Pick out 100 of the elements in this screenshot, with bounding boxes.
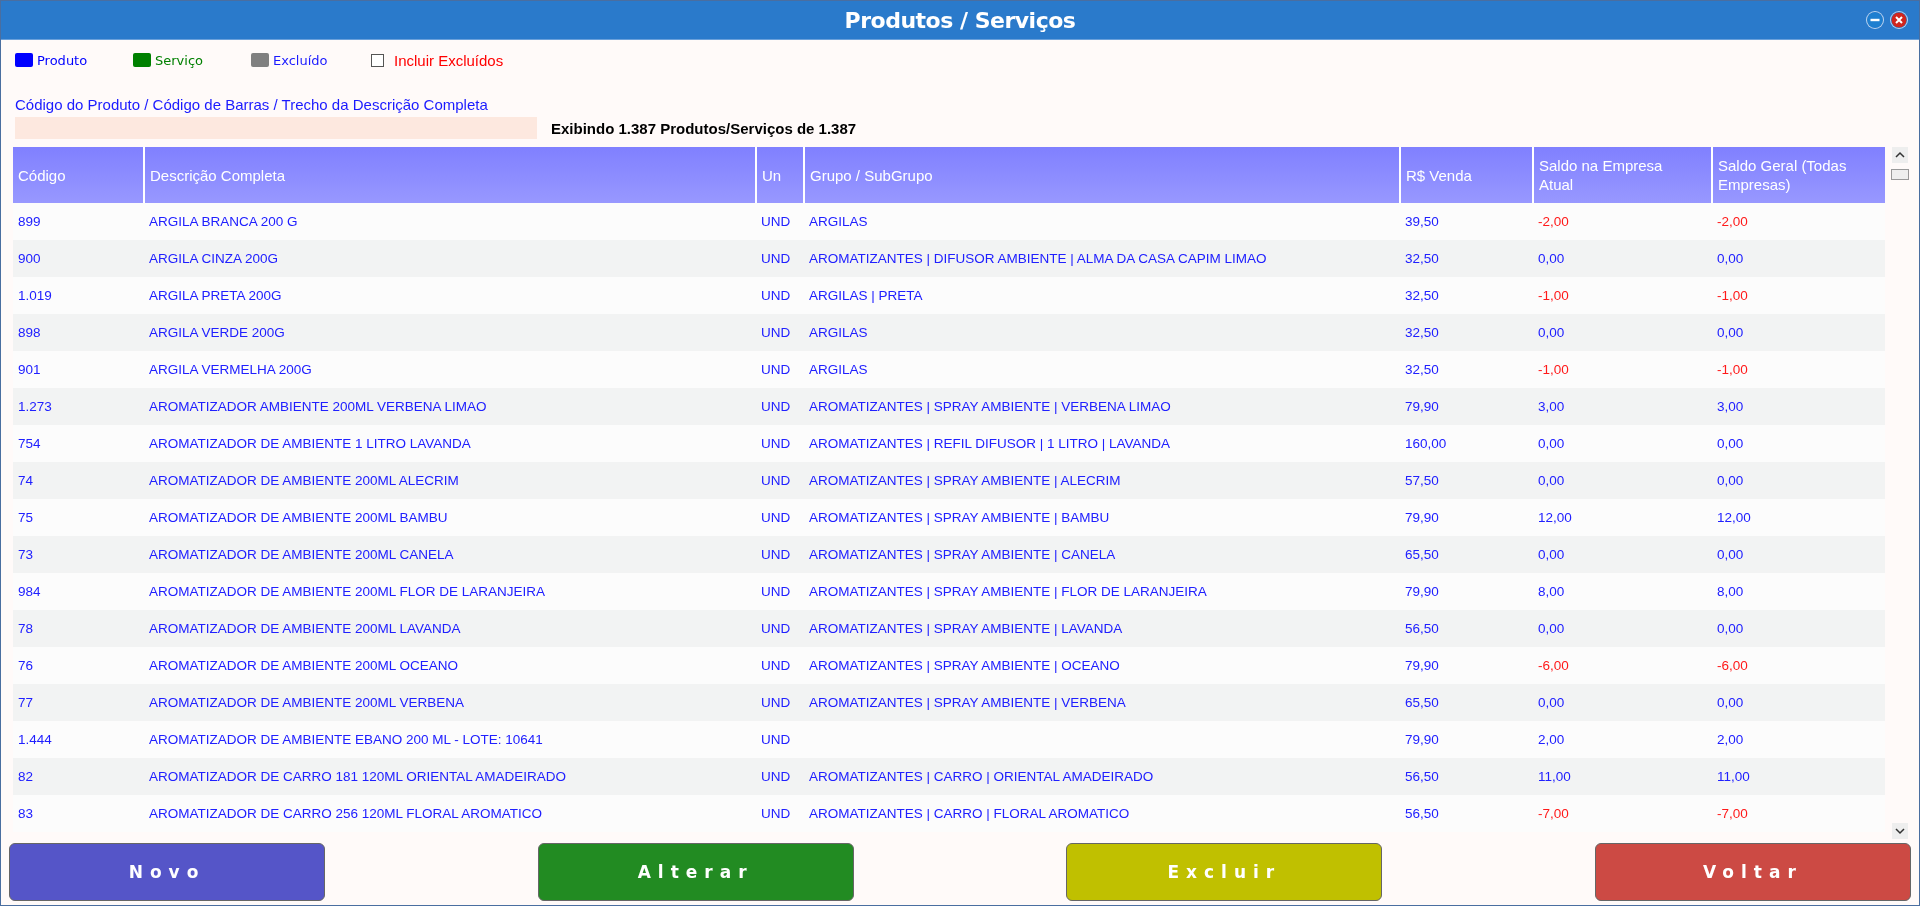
table-cell: 32,50	[1400, 277, 1533, 314]
table-cell: -1,00	[1533, 277, 1712, 314]
table-cell: AROMATIZANTES | SPRAY AMBIENTE | FLOR DE LARANJEIRA	[804, 573, 1400, 610]
table-cell: AROMATIZADOR DE AMBIENTE 200ML ALECRIM	[144, 462, 756, 499]
table-cell: AROMATIZADOR DE AMBIENTE 200ML LAVANDA	[144, 610, 756, 647]
include-deleted-checkbox[interactable]	[371, 53, 384, 67]
table-cell: 56,50	[1400, 758, 1533, 795]
table-cell: 79,90	[1400, 647, 1533, 684]
table-cell: -2,00	[1533, 203, 1712, 240]
table-cell: UND	[756, 758, 804, 795]
table-cell: UND	[756, 388, 804, 425]
table-cell: 79,90	[1400, 721, 1533, 758]
table-cell: AROMATIZANTES | SPRAY AMBIENTE | BAMBU	[804, 499, 1400, 536]
search-label: Código do Produto / Código de Barras / Trecho da Descrição Completa	[15, 96, 489, 113]
table-cell: ARGILA PRETA 200G	[144, 277, 756, 314]
table-cell: 78	[13, 610, 144, 647]
table-cell: -1,00	[1712, 277, 1885, 314]
column-header[interactable]: R$ Venda	[1400, 147, 1533, 203]
table-cell: 0,00	[1533, 684, 1712, 721]
table-cell: 0,00	[1533, 314, 1712, 351]
table-cell: 0,00	[1712, 536, 1885, 573]
table-cell: ARGILAS	[804, 203, 1400, 240]
legend-label: Produto	[37, 52, 88, 68]
minimize-icon[interactable]	[1867, 12, 1883, 28]
column-header[interactable]: Saldo Geral (Todas Empresas)	[1712, 147, 1885, 203]
table-cell: AROMATIZANTES | SPRAY AMBIENTE | VERBENA LIMAO	[804, 388, 1400, 425]
table-cell: -1,00	[1533, 351, 1712, 388]
table-cell: 0,00	[1712, 425, 1885, 462]
scroll-up-icon[interactable]	[1892, 147, 1908, 163]
table-cell: ARGILAS | PRETA	[804, 277, 1400, 314]
legend-label: Excluído	[273, 52, 328, 68]
table-cell: 0,00	[1533, 462, 1712, 499]
table-cell: 984	[13, 573, 144, 610]
back-button[interactable]: Voltar	[1594, 843, 1911, 901]
table-cell: AROMATIZADOR DE AMBIENTE 200ML FLOR DE LARANJEIRA	[144, 573, 756, 610]
table-cell: UND	[756, 203, 804, 240]
table-cell: 8,00	[1712, 573, 1885, 610]
table-cell: 0,00	[1712, 610, 1885, 647]
column-header[interactable]: Descrição Completa	[144, 147, 756, 203]
table-cell: 0,00	[1712, 314, 1885, 351]
table-cell: 0,00	[1533, 610, 1712, 647]
table-cell: ARGILA VERMELHA 200G	[144, 351, 756, 388]
column-header[interactable]: Código	[13, 147, 144, 203]
table-cell: AROMATIZADOR DE AMBIENTE 200ML OCEANO	[144, 647, 756, 684]
table-cell: 39,50	[1400, 203, 1533, 240]
table-cell: UND	[756, 684, 804, 721]
table-cell: 79,90	[1400, 499, 1533, 536]
table-cell: 79,90	[1400, 573, 1533, 610]
table-cell: UND	[756, 610, 804, 647]
table-cell: -1,00	[1712, 351, 1885, 388]
column-header[interactable]: Saldo na Empresa Atual	[1533, 147, 1712, 203]
table-cell: 73	[13, 536, 144, 573]
table-cell: UND	[756, 647, 804, 684]
scroll-thumb[interactable]	[1891, 169, 1909, 180]
table-cell: 900	[13, 240, 144, 277]
table-cell: UND	[756, 425, 804, 462]
window-title: Produtos / Serviços	[844, 7, 1076, 33]
table-cell: AROMATIZANTES | SPRAY AMBIENTE | OCEANO	[804, 647, 1400, 684]
table-cell: AROMATIZADOR DE CARRO 181 120ML ORIENTAL AMADEIRADO	[144, 758, 756, 795]
table-cell: ARGILAS	[804, 351, 1400, 388]
table-cell: AROMATIZADOR DE AMBIENTE 1 LITRO LAVANDA	[144, 425, 756, 462]
table-cell: 0,00	[1533, 536, 1712, 573]
delete-button[interactable]: Excluir	[1066, 843, 1383, 901]
table-cell: 0,00	[1712, 240, 1885, 277]
column-header[interactable]: Un	[756, 147, 804, 203]
table-cell: 160,00	[1400, 425, 1533, 462]
table-cell: 65,50	[1400, 684, 1533, 721]
table-cell: UND	[756, 240, 804, 277]
table-cell: AROMATIZANTES | CARRO | ORIENTAL AMADEIRADO	[804, 758, 1400, 795]
table-cell: AROMATIZADOR DE AMBIENTE 200ML CANELA	[144, 536, 756, 573]
table-cell: AROMATIZANTES | DIFUSOR AMBIENTE | ALMA DA CASA CAPIM LIMAO	[804, 240, 1400, 277]
table-cell: 0,00	[1533, 425, 1712, 462]
table-cell: 898	[13, 314, 144, 351]
table-cell: AROMATIZADOR DE AMBIENTE 200ML VERBENA	[144, 684, 756, 721]
table-cell: 11,00	[1533, 758, 1712, 795]
include-deleted-label[interactable]: Incluir Excluídos	[394, 51, 504, 69]
close-icon[interactable]	[1891, 12, 1907, 28]
table-cell: 11,00	[1712, 758, 1885, 795]
table-cell: AROMATIZANTES | REFIL DIFUSOR | 1 LITRO | LAVANDA	[804, 425, 1400, 462]
edit-button[interactable]: Alterar	[537, 843, 854, 901]
table-cell: 79,90	[1400, 388, 1533, 425]
table-cell: 3,00	[1712, 388, 1885, 425]
table-cell: -6,00	[1712, 647, 1885, 684]
table-cell: 56,50	[1400, 610, 1533, 647]
table-cell: 65,50	[1400, 536, 1533, 573]
table-cell: ARGILA CINZA 200G	[144, 240, 756, 277]
new-button[interactable]: Novo	[9, 843, 325, 901]
column-header[interactable]: Grupo / SubGrupo	[804, 147, 1400, 203]
table-cell: -2,00	[1712, 203, 1885, 240]
result-count: Exibindo 1.387 Produtos/Serviços de 1.387	[551, 119, 857, 137]
table-cell: UND	[756, 721, 804, 758]
search-field[interactable]	[15, 117, 537, 139]
scroll-down-icon[interactable]	[1892, 823, 1908, 839]
table-cell: 0,00	[1712, 684, 1885, 721]
table-cell: 0,00	[1533, 240, 1712, 277]
table-cell: AROMATIZADOR DE AMBIENTE 200ML BAMBU	[144, 499, 756, 536]
table-cell: 3,00	[1533, 388, 1712, 425]
table-cell: 12,00	[1533, 499, 1712, 536]
table-cell: 76	[13, 647, 144, 684]
table-cell: UND	[756, 314, 804, 351]
